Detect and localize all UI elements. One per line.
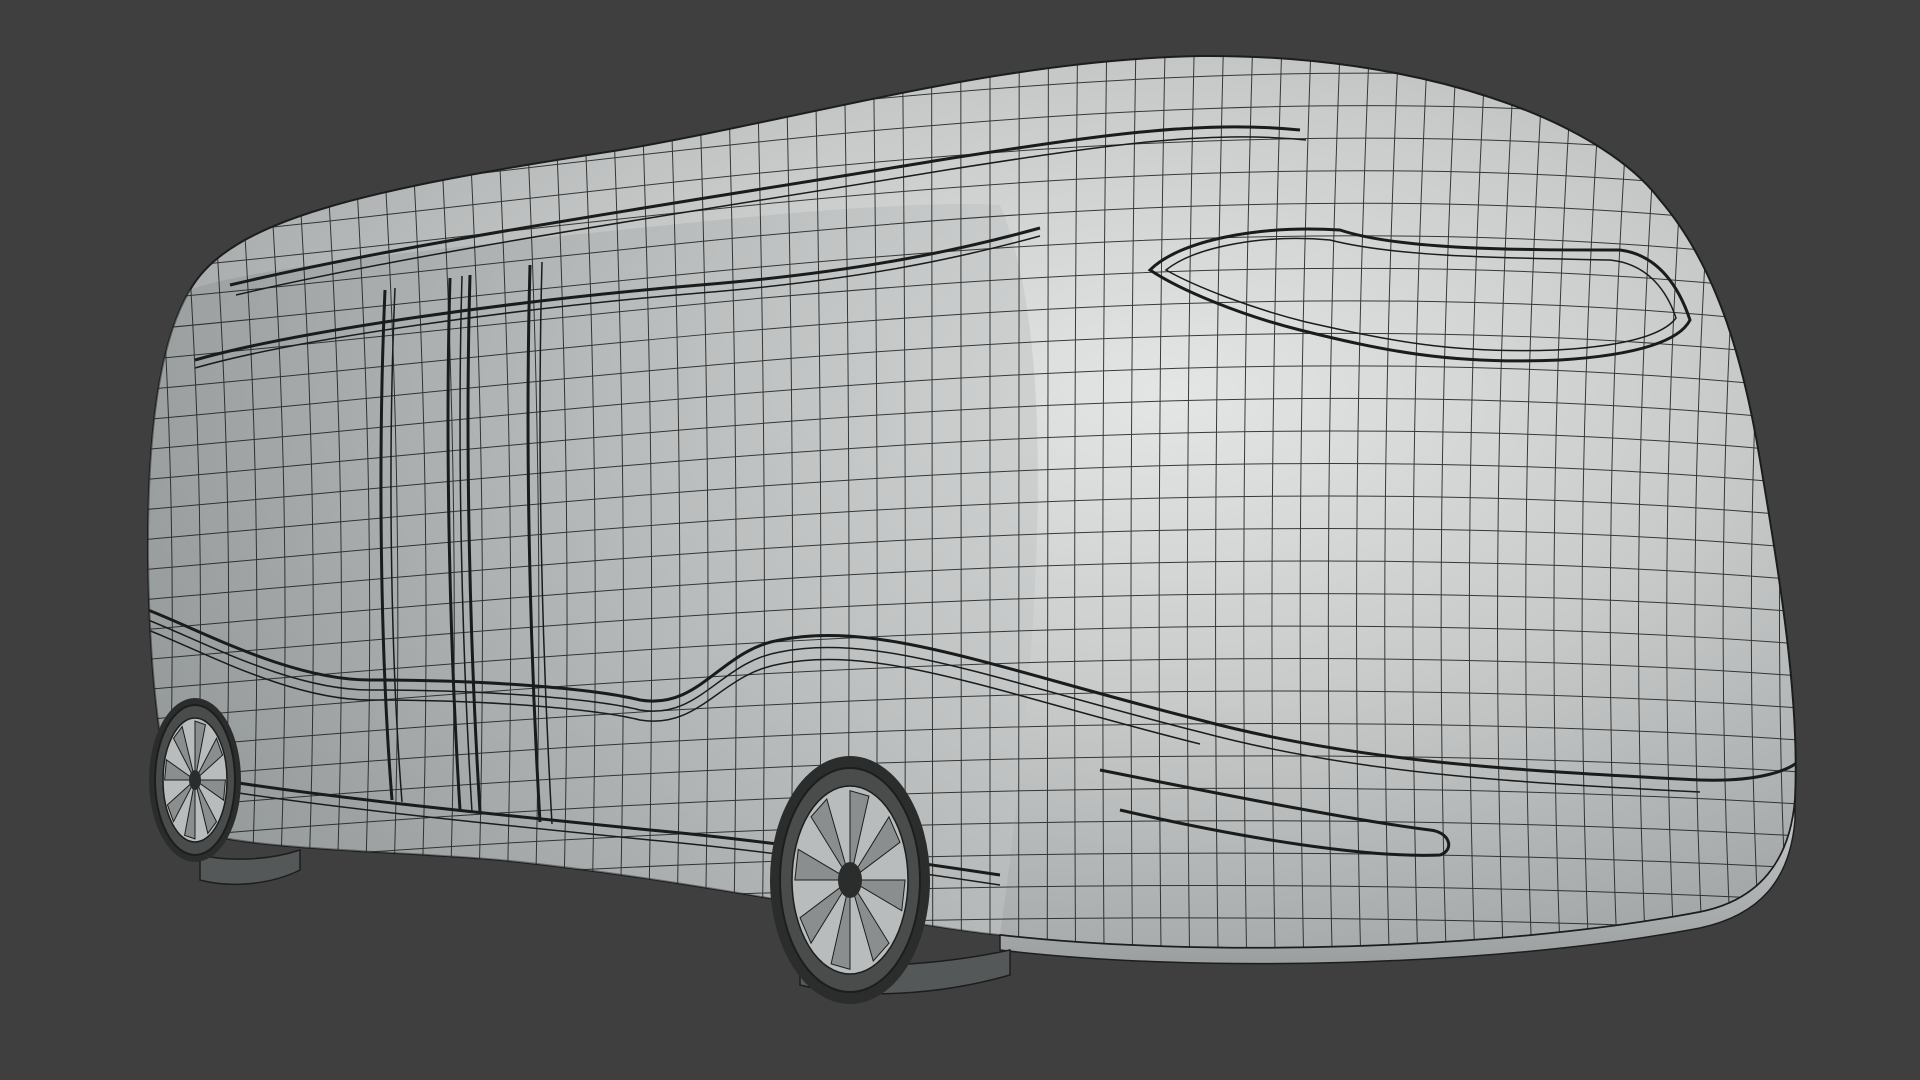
mesh-edge <box>140 1015 1800 1050</box>
mesh-edge <box>1808 40 1837 1000</box>
mesh-edge <box>140 983 1800 1021</box>
viewport-canvas[interactable] <box>0 0 1920 1080</box>
bus-body[interactable] <box>114 40 1837 1050</box>
mesh-edge <box>114 40 144 1000</box>
3d-viewport[interactable] <box>0 0 1920 1080</box>
